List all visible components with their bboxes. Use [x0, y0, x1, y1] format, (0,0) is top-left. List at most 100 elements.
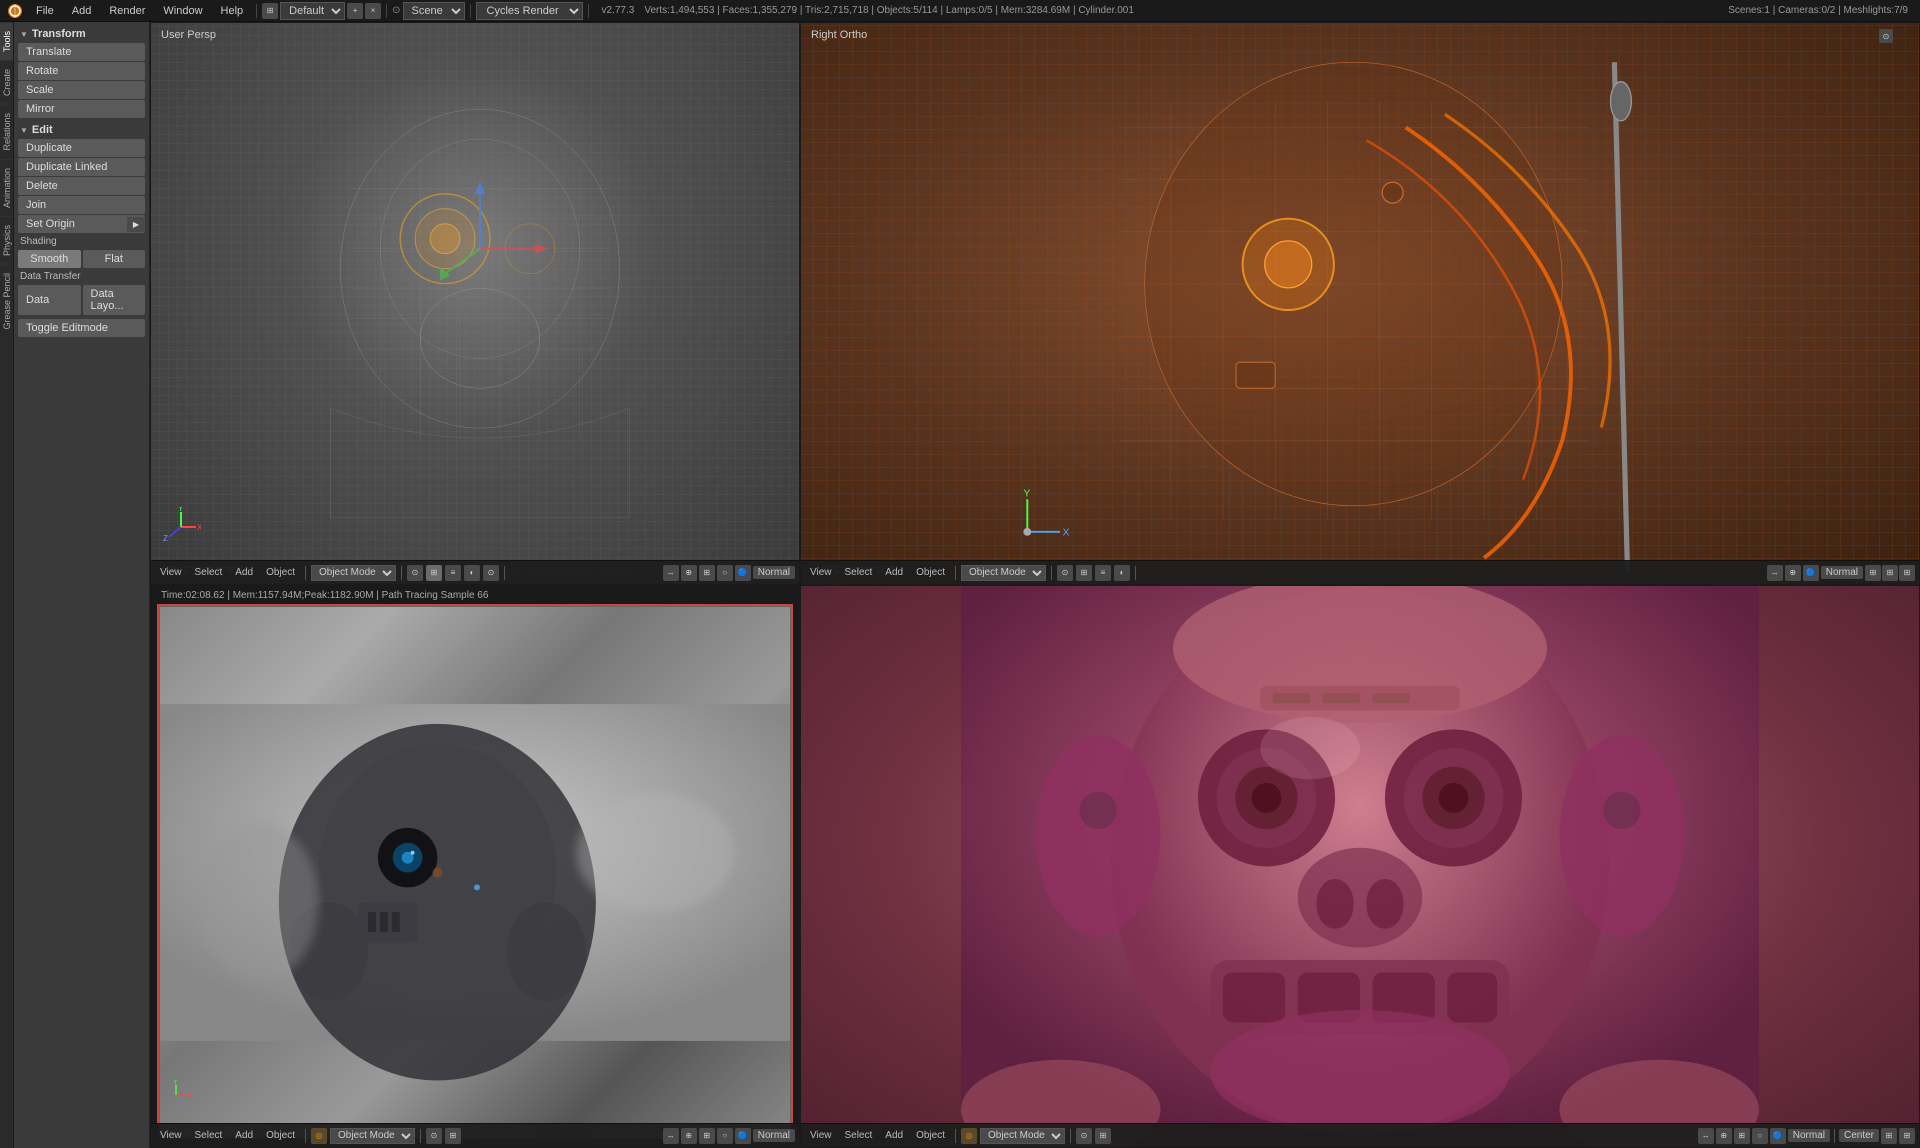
vp-bl-render-icon[interactable]: ◎ [311, 1128, 327, 1144]
vp-br-icon8[interactable]: ⊞ [1881, 1128, 1897, 1144]
vp-tr-icon-i[interactable]: ⊞ [1899, 565, 1915, 581]
vp-bl-icon1[interactable]: ⊙ [426, 1128, 442, 1144]
vp-tr-icon-c[interactable]: ≡ [1095, 565, 1111, 581]
viewport-top-left[interactable]: User Persp (46) Cylinder.001 X Y Z View … [150, 22, 800, 585]
vp-br-object[interactable]: Object [911, 1129, 950, 1142]
vp-tl-normal[interactable]: Normal [753, 566, 795, 579]
vp-bl-icon6[interactable]: ○ [717, 1128, 733, 1144]
vp-tr-object[interactable]: Object [911, 566, 950, 579]
vp-tr-icon1[interactable]: ⊙ [1879, 29, 1893, 43]
vp-bl-view[interactable]: View [155, 1129, 187, 1142]
vp-tr-icon-b[interactable]: ⊞ [1076, 565, 1092, 581]
vp-bl-add[interactable]: Add [230, 1129, 258, 1142]
vp-br-normal[interactable]: Normal [1788, 1129, 1830, 1142]
vp-tr-view[interactable]: View [805, 566, 837, 579]
flat-button[interactable]: Flat [83, 250, 146, 268]
vp-br-icon6[interactable]: ○ [1752, 1128, 1768, 1144]
menu-help[interactable]: Help [213, 3, 252, 19]
vtab-relations[interactable]: Relations [0, 104, 13, 159]
menu-render[interactable]: Render [101, 3, 153, 19]
vtab-grease-pencil[interactable]: Grease Pencil [0, 264, 13, 338]
vp-br-icon9[interactable]: ⊞ [1899, 1128, 1915, 1144]
vp-br-view[interactable]: View [805, 1129, 837, 1142]
menu-file[interactable]: File [28, 3, 62, 19]
vp-br-add[interactable]: Add [880, 1129, 908, 1142]
mirror-button[interactable]: Mirror [18, 100, 145, 118]
vp-bl-icon4[interactable]: ⊕ [681, 1128, 697, 1144]
vp-br-icon7[interactable]: 🔵 [1770, 1128, 1786, 1144]
vp-bl-object[interactable]: Object [261, 1129, 300, 1142]
vp-tr-icon-e[interactable]: ↔ [1767, 565, 1783, 581]
vp-tl-object[interactable]: Object [261, 566, 300, 579]
vp-bl-normal[interactable]: Normal [753, 1129, 795, 1142]
vtab-physics[interactable]: Physics [0, 216, 13, 264]
menu-window[interactable]: Window [155, 3, 210, 19]
smooth-button[interactable]: Smooth [18, 250, 81, 268]
vp-bl-icon3[interactable]: ↔ [663, 1128, 679, 1144]
engine-select[interactable]: Cycles Render [476, 2, 583, 20]
vp-br-icon5[interactable]: ⊞ [1734, 1128, 1750, 1144]
layout-select[interactable]: Default [280, 2, 345, 20]
vp-tl-mode[interactable]: Object Mode [311, 565, 396, 581]
vp-tr-icon-a[interactable]: ⊙ [1057, 565, 1073, 581]
toggle-editmode-button[interactable]: Toggle Editmode [18, 319, 145, 337]
vp-tl-view[interactable]: View [155, 566, 187, 579]
vp-br-icon1[interactable]: ⊙ [1076, 1128, 1092, 1144]
vp-br-center[interactable]: Center [1839, 1129, 1879, 1142]
vp-bl-mode[interactable]: Object Mode [330, 1128, 415, 1144]
vp-tr-mode[interactable]: Object Mode [961, 565, 1046, 581]
vp-tr-icon-g[interactable]: ⊞ [1865, 565, 1881, 581]
duplicate-linked-button[interactable]: Duplicate Linked [18, 158, 145, 176]
scale-button[interactable]: Scale [18, 81, 145, 99]
vp-br-render-icon[interactable]: ◎ [961, 1128, 977, 1144]
vp-tl-select[interactable]: Select [190, 566, 228, 579]
vp-br-mode[interactable]: Object Mode [980, 1128, 1065, 1144]
rotate-button[interactable]: Rotate [18, 62, 145, 80]
vp-tl-snap[interactable]: 🔵 [735, 565, 751, 581]
viewport-bottom-right[interactable]: View Select Add Object ◎ Object Mode ⊙ ⊞… [800, 585, 1920, 1148]
vtab-create[interactable]: Create [0, 60, 13, 104]
vp-br-icon3[interactable]: ↔ [1698, 1128, 1714, 1144]
vp-br-icon4[interactable]: ⊕ [1716, 1128, 1732, 1144]
vp-bl-icon7[interactable]: 🔵 [735, 1128, 751, 1144]
viewport-top-right[interactable]: X Y Right Ortho (46) Cylinder.001 ⊙ View… [800, 22, 1920, 585]
transform-section-header[interactable]: Transform [14, 26, 149, 42]
vtab-tools[interactable]: Tools [0, 22, 13, 60]
vp-tl-icon3[interactable]: ≡ [445, 565, 461, 581]
vp-tl-icon6[interactable]: ↔ [663, 565, 679, 581]
duplicate-button[interactable]: Duplicate [18, 139, 145, 157]
vp-bl-icon5[interactable]: ⊞ [699, 1128, 715, 1144]
vp-tr-icon-h[interactable]: ⊞ [1882, 565, 1898, 581]
vp-br-select[interactable]: Select [840, 1129, 878, 1142]
layout-close-icon[interactable]: × [365, 3, 381, 19]
translate-button[interactable]: Translate [18, 43, 145, 61]
vp-tr-snap[interactable]: 🔵 [1803, 565, 1819, 581]
vp-tl-icon4[interactable]: ◐ [464, 565, 480, 581]
vp-tl-icon7[interactable]: ⊕ [681, 565, 697, 581]
data-layout-button[interactable]: Data Layo... [83, 285, 146, 315]
delete-button[interactable]: Delete [18, 177, 145, 195]
vp-tr-icon-d[interactable]: ◐ [1114, 565, 1130, 581]
vp-tr-select[interactable]: Select [840, 566, 878, 579]
vp-tr-icon-f[interactable]: ⊕ [1785, 565, 1801, 581]
data-button[interactable]: Data [18, 285, 81, 315]
vp-tl-proportional[interactable]: ○ [717, 565, 733, 581]
vp-tl-add[interactable]: Add [230, 566, 258, 579]
set-origin-button[interactable]: Set Origin ▶ [18, 215, 145, 233]
edit-section-header[interactable]: Edit [14, 122, 149, 138]
vp-tl-icon5[interactable]: ⊙ [483, 565, 499, 581]
vp-bl-icon2[interactable]: ⊞ [445, 1128, 461, 1144]
join-button[interactable]: Join [18, 196, 145, 214]
vp-tr-normal[interactable]: Normal [1821, 566, 1863, 579]
vp-tl-icon2[interactable]: ⊞ [426, 565, 442, 581]
scene-select[interactable]: Scene [403, 2, 465, 20]
vp-br-icon2[interactable]: ⊞ [1095, 1128, 1111, 1144]
vtab-animation[interactable]: Animation [0, 159, 13, 216]
vp-tl-icon1[interactable]: ⊙ [407, 565, 423, 581]
menu-add[interactable]: Add [64, 3, 100, 19]
vp-tl-icon8[interactable]: ⊞ [699, 565, 715, 581]
vp-tr-add[interactable]: Add [880, 566, 908, 579]
viewport-bottom-left[interactable]: Time:02:08.62 | Mem:1157.94M;Peak:1182.9… [150, 585, 800, 1148]
vp-bl-select[interactable]: Select [190, 1129, 228, 1142]
layout-add-icon[interactable]: + [347, 3, 363, 19]
